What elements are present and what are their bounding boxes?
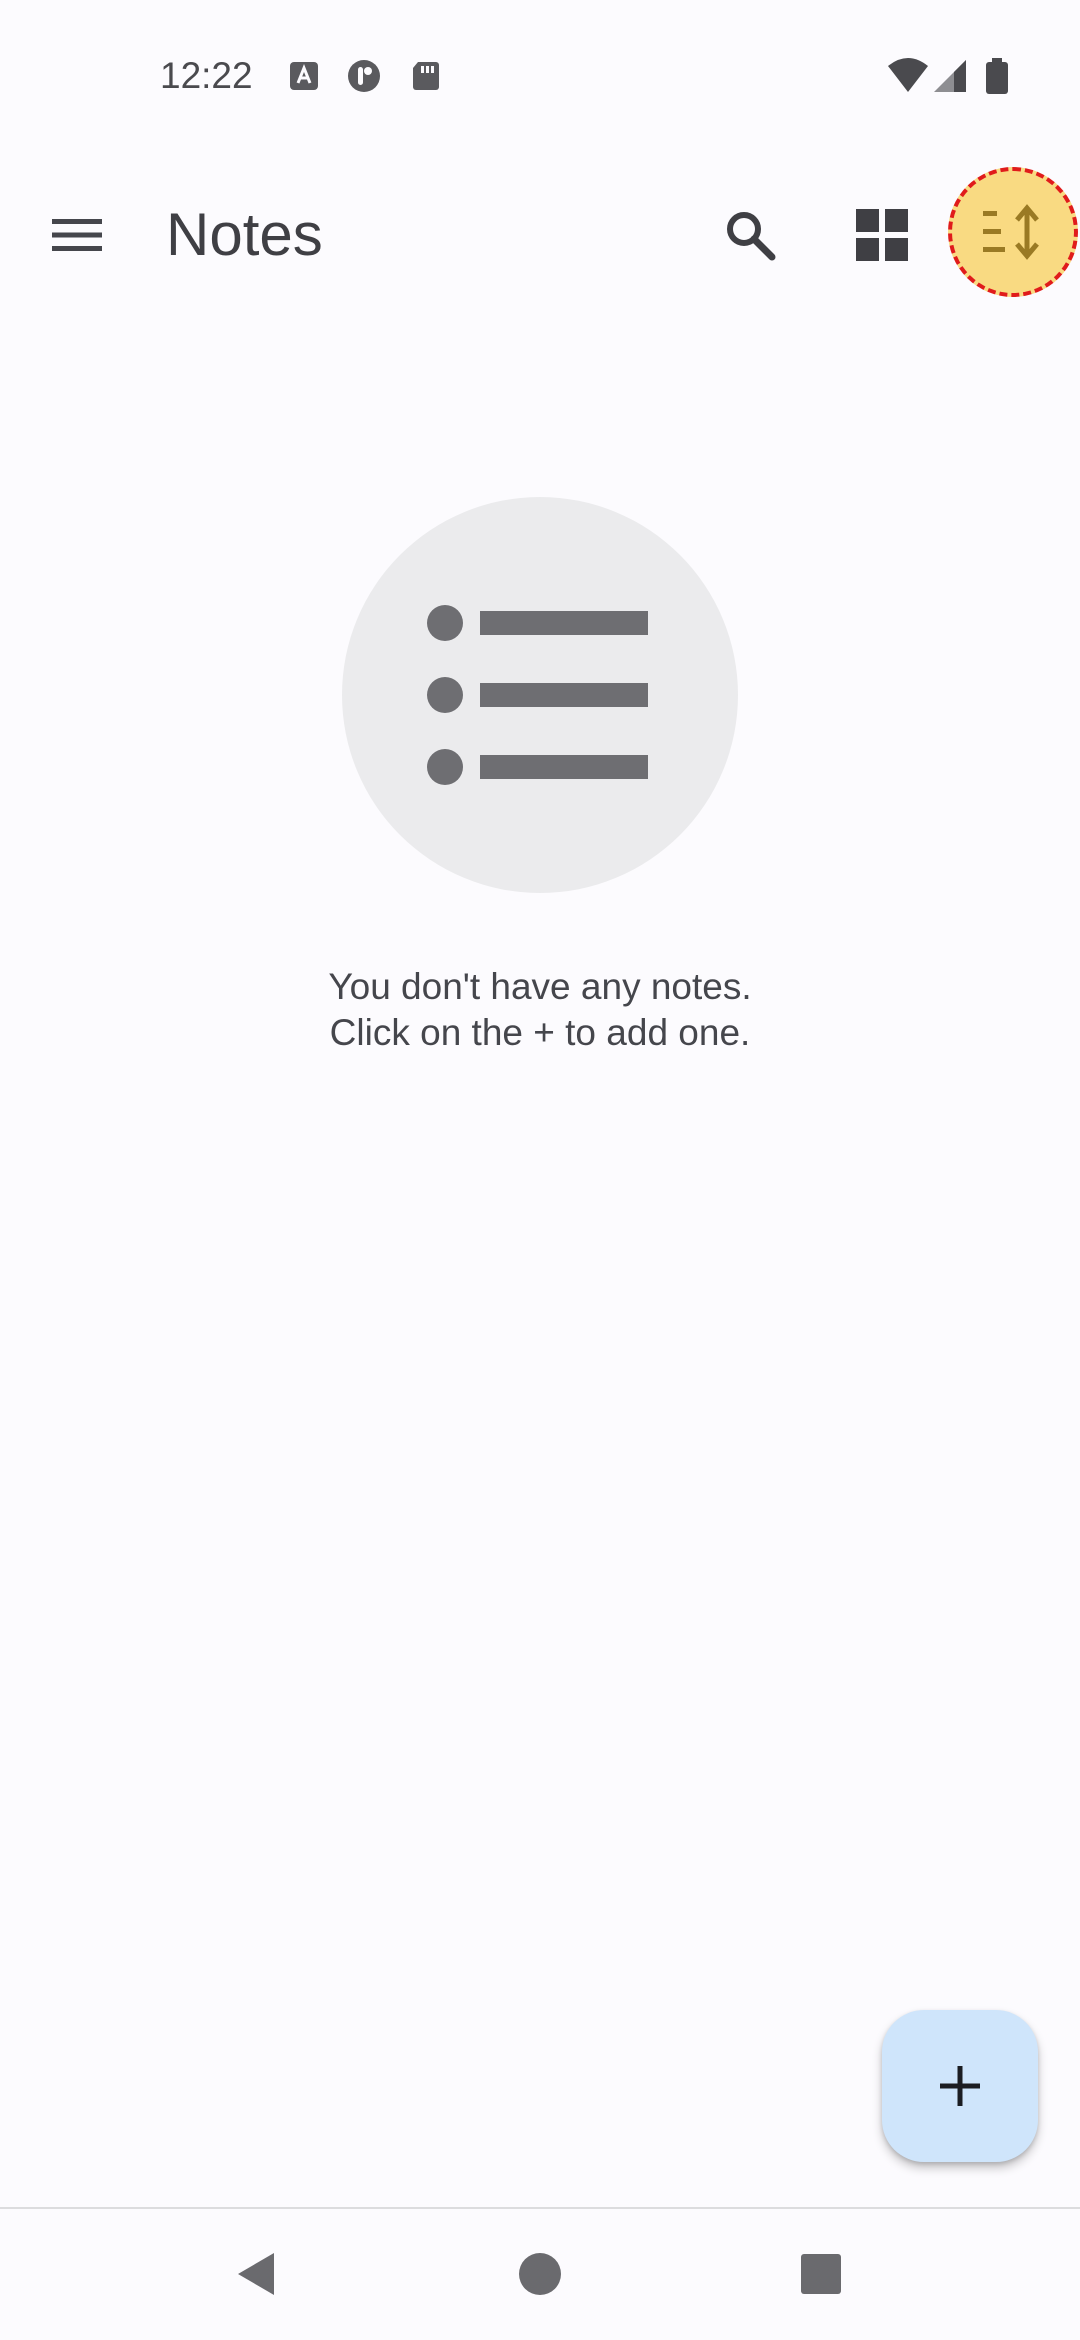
- recents-button[interactable]: [786, 2239, 856, 2309]
- text-a-icon: [290, 62, 318, 90]
- empty-state-illustration: [342, 497, 738, 893]
- status-bar: 12:22: [0, 0, 1080, 150]
- sort-icon: [983, 204, 1039, 260]
- battery-icon: [986, 58, 1008, 94]
- app-bar: Notes: [0, 165, 1080, 305]
- home-icon: [519, 2253, 561, 2295]
- app-notification-icon: [348, 60, 380, 92]
- empty-state-line-2: Click on the + to add one.: [329, 1012, 751, 1053]
- status-time: 12:22: [160, 55, 253, 96]
- home-button[interactable]: [505, 2239, 575, 2309]
- hamburger-menu-icon: [52, 219, 102, 251]
- notes-screen: 12:22 Notes You don't have any notes. Cl…: [0, 0, 1080, 2340]
- add-icon: [940, 2066, 980, 2106]
- back-icon: [238, 2253, 274, 2295]
- menu-button[interactable]: [36, 200, 118, 270]
- sd-card-icon: [413, 62, 439, 90]
- grid-layout-icon: [856, 209, 908, 261]
- empty-state-message: You don't have any notes. Click on the +…: [140, 964, 940, 1056]
- wifi-icon: [888, 58, 928, 92]
- cellular-signal-icon: [934, 60, 966, 92]
- recents-icon: [801, 2254, 841, 2294]
- empty-state-line-1: You don't have any notes.: [328, 966, 752, 1007]
- search-icon: [727, 212, 776, 261]
- search-button[interactable]: [710, 195, 790, 275]
- page-title: Notes: [166, 201, 323, 268]
- system-navigation-bar: [0, 2209, 1080, 2340]
- grid-layout-button[interactable]: [842, 195, 922, 275]
- add-note-button[interactable]: [882, 2010, 1038, 2162]
- list-icon: [427, 605, 648, 785]
- back-button[interactable]: [222, 2239, 292, 2309]
- sort-button[interactable]: [948, 167, 1078, 297]
